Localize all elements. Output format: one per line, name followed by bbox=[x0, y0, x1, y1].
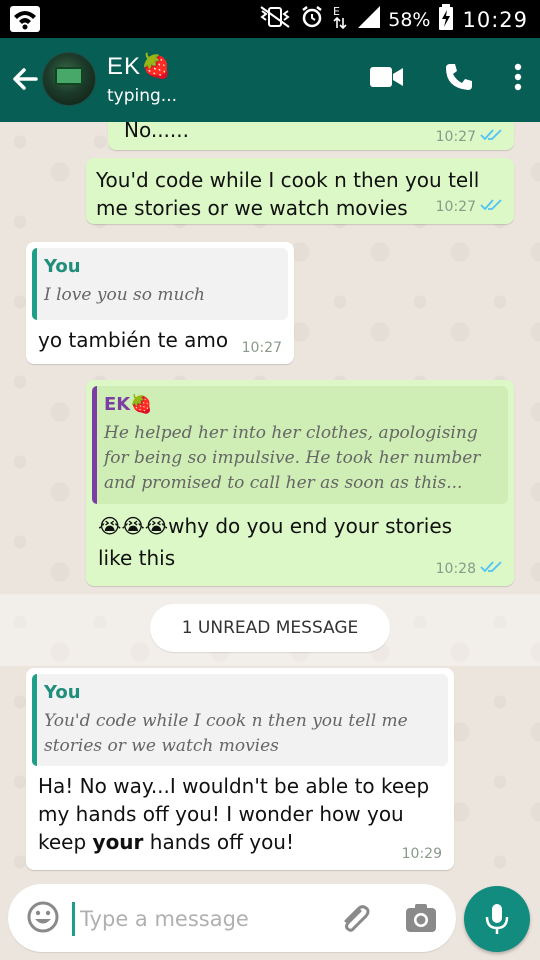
quote-author: You bbox=[44, 682, 81, 703]
battery-percent: 58% bbox=[388, 8, 431, 31]
mute-vibrate-icon bbox=[258, 5, 292, 34]
video-call-icon[interactable] bbox=[370, 66, 404, 88]
quoted-reply[interactable]: You I love you so much bbox=[32, 248, 288, 320]
signal-icon bbox=[356, 6, 381, 33]
contact-status: typing... bbox=[107, 86, 178, 106]
quote-text: You'd code while I cook n then you tell … bbox=[44, 711, 408, 756]
alarm-icon bbox=[300, 5, 324, 34]
message-text-part: hands off you! bbox=[143, 830, 294, 854]
message-text: 😭😭😭why do you end your stories like this bbox=[98, 514, 453, 570]
emoji-icon[interactable] bbox=[26, 900, 60, 938]
status-bar: E 58% 10:29 bbox=[0, 0, 540, 38]
composer bbox=[0, 874, 540, 960]
message-time: 10:27 bbox=[241, 340, 282, 356]
read-ticks-icon bbox=[480, 560, 502, 578]
message-outgoing[interactable]: You'd code while I cook n then you tell … bbox=[86, 158, 514, 224]
svg-text:E: E bbox=[333, 5, 340, 18]
quote-author: EK🍓 bbox=[104, 394, 153, 415]
unread-label: 1 UNREAD MESSAGE bbox=[150, 604, 390, 652]
quoted-reply[interactable]: You You'd code while I cook n then you t… bbox=[32, 674, 448, 766]
text-caret bbox=[72, 902, 75, 936]
unread-divider: 1 UNREAD MESSAGE bbox=[0, 594, 540, 666]
message-incoming[interactable]: You I love you so much yo también te amo… bbox=[26, 242, 294, 364]
message-time: 10:27 bbox=[435, 129, 476, 145]
message-outgoing[interactable]: No...... 10:27 bbox=[108, 122, 514, 150]
quoted-reply[interactable]: EK🍓 He helped her into her clothes, apol… bbox=[92, 386, 508, 504]
message-text: You'd code while I cook n then you tell … bbox=[96, 168, 480, 220]
back-arrow-icon[interactable] bbox=[10, 64, 40, 94]
contact-name[interactable]: EK🍓 bbox=[107, 52, 172, 81]
message-list[interactable]: No...... 10:27 You'd code while I cook n… bbox=[0, 122, 540, 874]
clock: 10:29 bbox=[462, 7, 528, 32]
message-incoming[interactable]: You You'd code while I cook n then you t… bbox=[26, 668, 454, 870]
read-ticks-icon bbox=[480, 198, 502, 216]
avatar[interactable] bbox=[42, 52, 96, 106]
read-ticks-icon bbox=[480, 128, 502, 146]
battery-charging-icon bbox=[438, 4, 454, 35]
quote-text: He helped her into her clothes, apologis… bbox=[104, 423, 481, 493]
attach-icon[interactable] bbox=[338, 902, 372, 940]
message-time: 10:28 bbox=[435, 561, 476, 577]
camera-icon[interactable] bbox=[404, 902, 438, 938]
message-input-box[interactable] bbox=[8, 884, 456, 952]
data-arrows-icon: E bbox=[332, 4, 348, 35]
more-vert-icon[interactable] bbox=[514, 63, 522, 91]
message-time: 10:29 bbox=[401, 846, 442, 862]
message-time: 10:27 bbox=[435, 199, 476, 215]
message-outgoing[interactable]: EK🍓 He helped her into her clothes, apol… bbox=[86, 380, 514, 586]
message-text: Ha! No way...I wouldn't be able to keep … bbox=[32, 772, 432, 856]
mic-icon[interactable] bbox=[464, 886, 530, 952]
message-text-bold: your bbox=[92, 830, 144, 854]
wifi-icon bbox=[10, 6, 40, 32]
message-input[interactable] bbox=[80, 902, 330, 936]
phone-call-icon[interactable] bbox=[444, 62, 474, 92]
quote-text: I love you so much bbox=[44, 285, 205, 305]
quote-author: You bbox=[44, 256, 81, 277]
chat-header: EK🍓 typing... bbox=[0, 38, 540, 122]
